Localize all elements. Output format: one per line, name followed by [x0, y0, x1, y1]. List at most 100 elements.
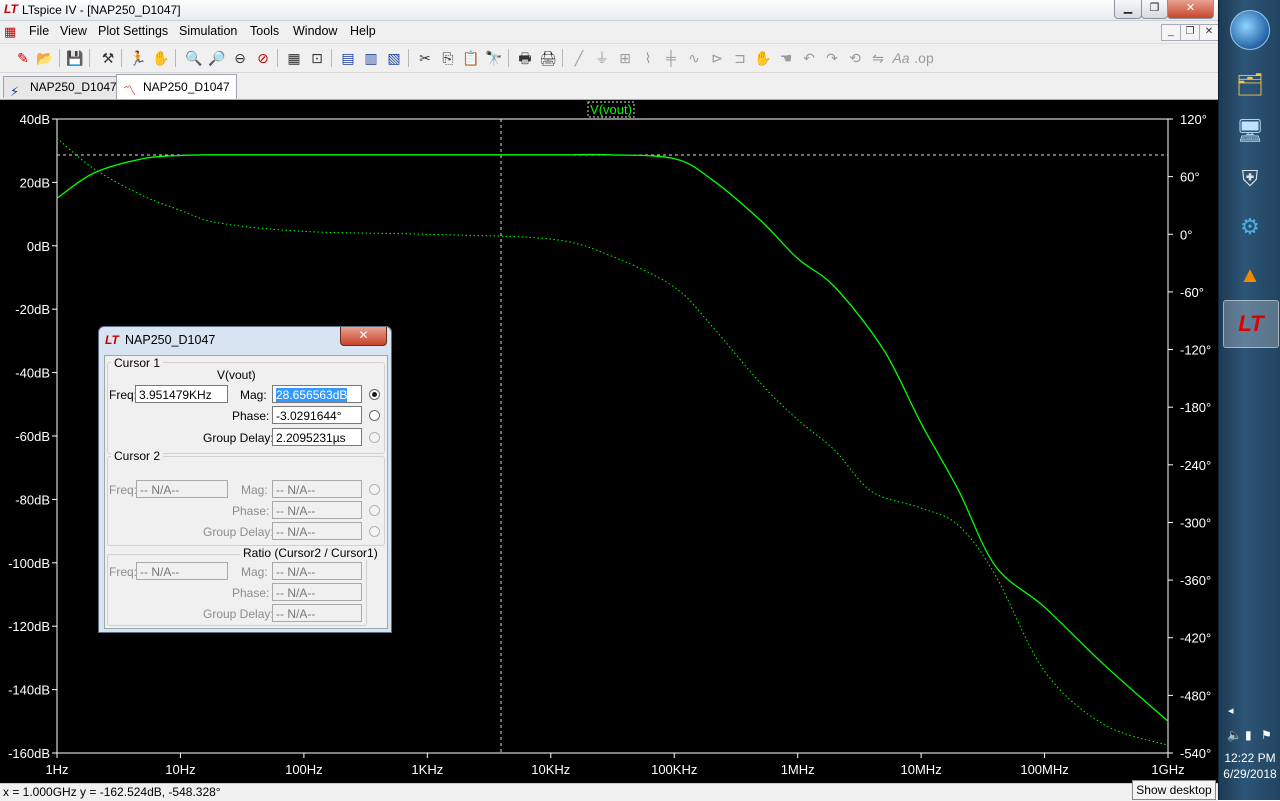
print-setup-icon[interactable]: 🖶 — [515, 48, 535, 68]
x-tick-label: 1GHz — [1151, 762, 1184, 777]
find-icon[interactable]: 🔭 — [484, 48, 504, 68]
inductor-icon[interactable]: ∿ — [684, 48, 704, 68]
menu-help[interactable]: Help — [350, 24, 376, 38]
minimize-button[interactable]: ▁ — [1114, 0, 1142, 19]
move-icon[interactable]: ✋ — [753, 48, 773, 68]
remote-desktop-icon[interactable]: 🖥 — [1223, 108, 1277, 154]
label-net-icon[interactable]: ⊞ — [615, 48, 635, 68]
system-clock[interactable]: 12:22 PM 6/29/2018 — [1219, 750, 1280, 782]
diode-icon[interactable]: ⊳ — [707, 48, 727, 68]
redo-icon[interactable]: ↷ — [822, 48, 842, 68]
x-tick-label: 1MHz — [781, 762, 815, 777]
network-icon[interactable]: ▮ — [1245, 728, 1252, 742]
save-icon[interactable]: 💾 — [65, 48, 85, 68]
capacitor-icon[interactable]: ╪ — [661, 48, 681, 68]
ratio-mag-field[interactable]: -- N/A-- — [272, 562, 362, 580]
show-desktop-button[interactable]: Show desktop — [1132, 780, 1216, 800]
tab-waveform-label: NAP250_D1047 — [143, 80, 230, 94]
tab-schematic-label: NAP250_D1047 — [30, 80, 117, 94]
status-bar: x = 1.000GHz y = -162.524dB, -548.328° — [0, 783, 1218, 801]
cursor1-mag-radio[interactable] — [369, 389, 380, 400]
cursor1-mag-value: 28.656563dB — [276, 388, 348, 402]
x-tick-label: 100KHz — [651, 762, 697, 777]
cascade-icon[interactable]: ▧ — [384, 48, 404, 68]
resistor-icon[interactable]: ⌇ — [638, 48, 658, 68]
menu-window[interactable]: Window — [293, 24, 337, 38]
autorange-icon[interactable]: ▦ — [284, 48, 304, 68]
document-icon[interactable]: ▦ — [4, 24, 16, 40]
copy-icon[interactable]: ⎘ — [438, 48, 458, 68]
cursor-dialog[interactable]: LT NAP250_D1047 ✕ Cursor 1 V(vout) Freq:… — [98, 326, 392, 633]
mirror-icon[interactable]: ⇋ — [868, 48, 888, 68]
cursor1-phase-radio[interactable] — [369, 410, 380, 421]
cursor2-freq-label: Freq: — [109, 483, 138, 497]
tab-schematic[interactable]: ⚡ NAP250_D1047 — [3, 76, 124, 99]
tile-vertical-icon[interactable]: ▥ — [361, 48, 381, 68]
mdi-restore-button[interactable]: ❐ — [1180, 24, 1200, 41]
dialog-close-button[interactable]: ✕ — [340, 327, 387, 346]
wd-security-icon[interactable]: ⛨ — [1223, 156, 1277, 202]
x-tick-label: 1KHz — [411, 762, 443, 777]
cursor1-phase-field[interactable]: -3.0291644° — [272, 406, 362, 424]
ltspice-icon[interactable]: LT — [1223, 300, 1279, 348]
dialog-body: Cursor 1 V(vout) Freq: 3.951479KHz Mag: … — [104, 355, 388, 629]
mdi-minimize-button[interactable]: _ — [1161, 24, 1181, 41]
support-assist-icon[interactable]: ⚙ — [1223, 204, 1277, 250]
flag-icon[interactable]: ⚑ — [1261, 728, 1272, 742]
menu-view[interactable]: View — [60, 24, 87, 38]
zoom-out-icon[interactable]: ⊖ — [230, 48, 250, 68]
spice-directive-icon[interactable]: .op — [914, 48, 934, 68]
halt-icon[interactable]: ✋ — [151, 48, 171, 68]
x-tick-label: 100Hz — [285, 762, 323, 777]
new-schematic-icon[interactable]: ✎ — [13, 48, 33, 68]
menu-simulation[interactable]: Simulation — [179, 24, 237, 38]
control-panel-icon[interactable]: ⚒ — [98, 48, 118, 68]
open-folder-icon[interactable]: 📂 — [35, 48, 55, 68]
wire-icon[interactable]: ╱ — [569, 48, 589, 68]
text-icon[interactable]: Aa — [891, 48, 911, 68]
cursor2-group-delay-radio[interactable] — [369, 526, 380, 537]
undo-icon[interactable]: ↶ — [799, 48, 819, 68]
cursor1-group-delay-radio[interactable] — [369, 432, 380, 443]
cursor2-phase-radio[interactable] — [369, 505, 380, 516]
rotate-icon[interactable]: ⟲ — [845, 48, 865, 68]
vlc-icon[interactable]: ▲ — [1223, 252, 1277, 298]
menu-file[interactable]: File — [29, 24, 49, 38]
run-icon[interactable]: 🏃 — [128, 48, 148, 68]
cursor2-mag-radio[interactable] — [369, 484, 380, 495]
zoom-in-icon[interactable]: 🔍 — [184, 48, 204, 68]
speaker-icon[interactable]: 🔈 — [1227, 728, 1242, 742]
ratio-group-delay-field[interactable]: -- N/A-- — [272, 604, 362, 622]
cursor1-freq-field[interactable]: 3.951479KHz — [135, 385, 228, 403]
file-explorer-icon[interactable]: 🗂 — [1223, 62, 1277, 108]
tile-horizontal-icon[interactable]: ▤ — [338, 48, 358, 68]
cursor1-mag-field[interactable]: 28.656563dB — [272, 385, 362, 403]
right-tick-label: -180° — [1180, 400, 1211, 415]
component-icon[interactable]: ⊐ — [730, 48, 750, 68]
tray-arrow-icon[interactable]: ◂ — [1228, 704, 1234, 717]
restore-button[interactable]: ❐ — [1141, 0, 1168, 19]
ratio-freq-field[interactable]: -- N/A-- — [136, 562, 228, 580]
mdi-close-button[interactable]: ✕ — [1199, 24, 1219, 41]
ratio-phase-field[interactable]: -- N/A-- — [272, 583, 362, 601]
menu-plot-settings[interactable]: Plot Settings — [98, 24, 168, 38]
close-button[interactable]: ✕ — [1167, 0, 1214, 19]
cursor2-phase-field[interactable]: -- N/A-- — [272, 501, 362, 519]
drag-icon[interactable]: ☚ — [776, 48, 796, 68]
cursor2-group-delay-field[interactable]: -- N/A-- — [272, 522, 362, 540]
zoom-cancel-icon[interactable]: ⊘ — [253, 48, 273, 68]
tab-waveform[interactable]: 〽 NAP250_D1047 — [116, 74, 237, 99]
fit-icon[interactable]: ⊡ — [307, 48, 327, 68]
cursor2-freq-field[interactable]: -- N/A-- — [136, 480, 228, 498]
cursor2-mag-field[interactable]: -- N/A-- — [272, 480, 362, 498]
menu-tools[interactable]: Tools — [250, 24, 279, 38]
start-orb-icon[interactable] — [1223, 6, 1277, 52]
left-tick-label: -20dB — [15, 302, 50, 317]
cut-icon[interactable]: ✂ — [415, 48, 435, 68]
cursor1-group-delay-field[interactable]: 2.2095231µs — [272, 428, 362, 446]
paste-icon[interactable]: 📋 — [461, 48, 481, 68]
print-icon[interactable]: 🖨 — [538, 48, 558, 68]
pan-icon[interactable]: 🔎 — [207, 48, 227, 68]
left-tick-label: -40dB — [15, 366, 50, 381]
ground-icon[interactable]: ⏚ — [592, 48, 612, 68]
